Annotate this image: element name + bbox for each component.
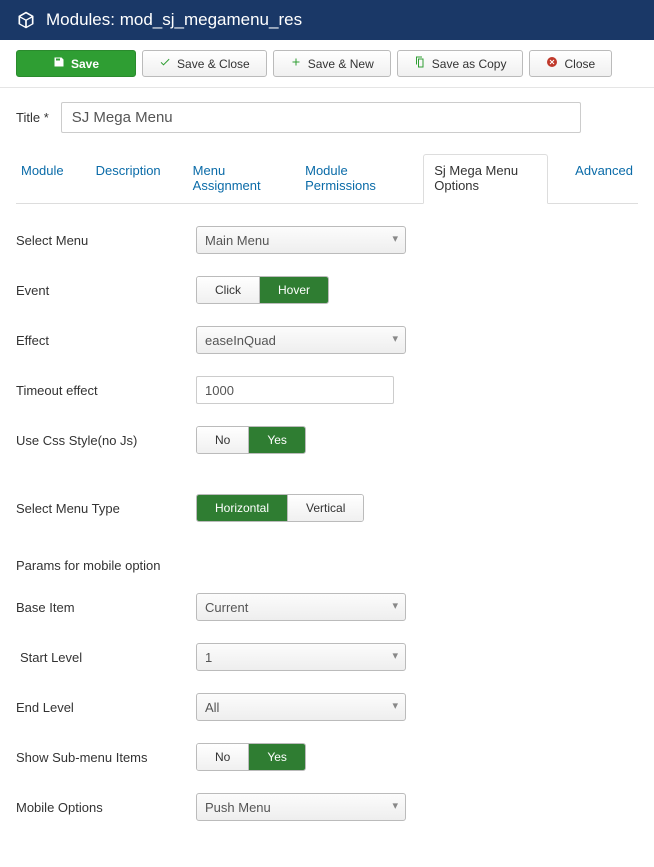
menu-type-horizontal-option[interactable]: Horizontal — [197, 495, 287, 521]
row-base-item: Base Item Current — [16, 593, 638, 621]
label-effect: Effect — [16, 333, 196, 348]
label-menu-type: Select Menu Type — [16, 501, 196, 516]
row-start-level: Start Level 1 — [16, 643, 638, 671]
event-click-option[interactable]: Click — [197, 277, 259, 303]
event-hover-option[interactable]: Hover — [259, 277, 328, 303]
page-header: Modules: mod_sj_megamenu_res — [0, 0, 654, 40]
save-close-label: Save & Close — [177, 57, 250, 71]
mobile-params-heading: Params for mobile option — [16, 558, 638, 573]
mobile-options-dropdown[interactable]: Push Menu — [196, 793, 406, 821]
title-row: Title * — [16, 102, 638, 133]
row-select-menu: Select Menu Main Menu — [16, 226, 638, 254]
plus-icon — [290, 56, 302, 71]
menu-type-vertical-option[interactable]: Vertical — [287, 495, 363, 521]
save-copy-button[interactable]: Save as Copy — [397, 50, 524, 77]
row-effect: Effect easeInQuad — [16, 326, 638, 354]
label-show-submenu: Show Sub-menu Items — [16, 750, 196, 765]
toolbar: Save Save & Close Save & New Save as Cop… — [0, 40, 654, 88]
row-timeout: Timeout effect — [16, 376, 638, 404]
save-new-label: Save & New — [308, 57, 374, 71]
label-timeout: Timeout effect — [16, 383, 196, 398]
close-icon — [546, 56, 558, 71]
select-menu-dropdown[interactable]: Main Menu — [196, 226, 406, 254]
copy-icon — [414, 56, 426, 71]
tab-module[interactable]: Module — [16, 154, 69, 204]
save-button[interactable]: Save — [16, 50, 136, 77]
label-use-css: Use Css Style(no Js) — [16, 433, 196, 448]
start-level-dropdown[interactable]: 1 — [196, 643, 406, 671]
save-close-button[interactable]: Save & Close — [142, 50, 267, 77]
cube-icon — [16, 10, 36, 30]
event-toggle: Click Hover — [196, 276, 329, 304]
row-menu-type: Select Menu Type Horizontal Vertical — [16, 494, 638, 522]
tab-menu-assignment[interactable]: Menu Assignment — [188, 154, 278, 204]
close-label: Close — [564, 57, 595, 71]
tabs: Module Description Menu Assignment Modul… — [16, 153, 638, 204]
use-css-no-option[interactable]: No — [197, 427, 248, 453]
save-new-button[interactable]: Save & New — [273, 50, 391, 77]
use-css-yes-option[interactable]: Yes — [248, 427, 305, 453]
use-css-toggle: No Yes — [196, 426, 306, 454]
row-end-level: End Level All — [16, 693, 638, 721]
row-event: Event Click Hover — [16, 276, 638, 304]
row-mobile-options: Mobile Options Push Menu — [16, 793, 638, 821]
label-base-item: Base Item — [16, 600, 196, 615]
tab-module-permissions[interactable]: Module Permissions — [300, 154, 401, 204]
save-icon — [53, 56, 65, 71]
tab-sj-options[interactable]: Sj Mega Menu Options — [423, 154, 548, 204]
title-label: Title * — [16, 110, 49, 125]
row-show-submenu: Show Sub-menu Items No Yes — [16, 743, 638, 771]
timeout-input[interactable] — [196, 376, 394, 404]
label-end-level: End Level — [16, 700, 196, 715]
show-submenu-no-option[interactable]: No — [197, 744, 248, 770]
tab-advanced[interactable]: Advanced — [570, 154, 638, 204]
tab-description[interactable]: Description — [91, 154, 166, 204]
title-input[interactable] — [61, 102, 581, 133]
show-submenu-toggle: No Yes — [196, 743, 306, 771]
show-submenu-yes-option[interactable]: Yes — [248, 744, 305, 770]
save-label: Save — [71, 57, 99, 71]
row-use-css: Use Css Style(no Js) No Yes — [16, 426, 638, 454]
label-select-menu: Select Menu — [16, 233, 196, 248]
close-button[interactable]: Close — [529, 50, 612, 77]
save-copy-label: Save as Copy — [432, 57, 507, 71]
menu-type-toggle: Horizontal Vertical — [196, 494, 364, 522]
content-area: Title * Module Description Menu Assignme… — [0, 88, 654, 867]
effect-dropdown[interactable]: easeInQuad — [196, 326, 406, 354]
label-start-level: Start Level — [16, 650, 196, 665]
check-icon — [159, 56, 171, 71]
label-mobile-options: Mobile Options — [16, 800, 196, 815]
end-level-dropdown[interactable]: All — [196, 693, 406, 721]
base-item-dropdown[interactable]: Current — [196, 593, 406, 621]
label-event: Event — [16, 283, 196, 298]
page-title: Modules: mod_sj_megamenu_res — [46, 10, 302, 30]
